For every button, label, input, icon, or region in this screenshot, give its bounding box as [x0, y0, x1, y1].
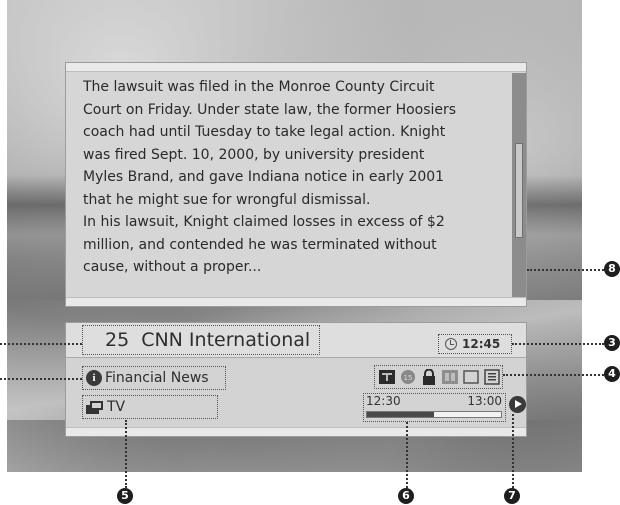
callout-leader-8	[527, 269, 607, 271]
article-line: was fired Sept. 10, 2000, by university …	[83, 146, 425, 163]
program-start-time: 12:30	[366, 394, 401, 408]
scrollbar-thumb[interactable]	[515, 143, 523, 238]
clock-time: 12:45	[462, 337, 501, 351]
service-icons: 15	[374, 365, 503, 389]
article-line: million, and contended he was terminated…	[83, 236, 437, 253]
subtitle-icon	[462, 368, 480, 386]
svg-text:15: 15	[404, 374, 413, 382]
article-line: Court on Friday. Under state law, the fo…	[83, 101, 457, 118]
program-end-time: 13:00	[467, 394, 502, 408]
article-line: In his lawsuit, Knight claimed losses in…	[83, 214, 445, 230]
article-panel: The lawsuit was filed in the Monroe Coun…	[65, 62, 527, 307]
callout-badge-5: 5	[117, 488, 133, 504]
type-label: TV	[107, 399, 126, 415]
channel-label: 25 CNN International	[82, 325, 320, 355]
callout-badge-4: 4	[604, 366, 620, 382]
info-bottom-strip	[66, 427, 526, 436]
tv-icon	[86, 401, 103, 414]
callout-leader-5	[125, 420, 127, 488]
callout-leader-3	[512, 343, 604, 345]
article-line: that he might sue for wrongful dismissal…	[83, 191, 371, 208]
panel-bottom-strip	[66, 297, 526, 306]
channel-number: 25	[105, 329, 130, 351]
info-icon: i	[86, 370, 102, 386]
callout-badge-7: 7	[504, 488, 520, 504]
callout-leader-6	[406, 422, 408, 488]
article-text: The lawsuit was filed in the Monroe Coun…	[83, 76, 508, 279]
progress-fill	[367, 412, 434, 417]
callout-leader-genre	[0, 378, 82, 380]
age-rating-icon: 15	[399, 368, 417, 386]
article-scrollbar[interactable]	[512, 73, 526, 298]
callout-badge-8: 8	[604, 261, 620, 277]
program-genre: i Financial News	[82, 366, 226, 390]
panel-top-strip	[66, 63, 526, 72]
callout-leader-channel	[0, 343, 82, 345]
article-line: The lawsuit was filed in the Monroe Coun…	[83, 79, 435, 95]
channel-info-panel: 25 CNN International 12:45 i Financial Ne…	[65, 322, 527, 437]
play-icon[interactable]	[509, 396, 526, 413]
callout-badge-6: 6	[398, 488, 414, 504]
callout-leader-7	[512, 414, 514, 488]
channel-name: CNN International	[141, 329, 311, 351]
article-line: coach had until Tuesday to take legal ac…	[83, 124, 446, 140]
current-time: 12:45	[438, 334, 512, 354]
callout-badge-3: 3	[604, 335, 620, 351]
progress-track	[366, 411, 502, 418]
lock-icon	[420, 368, 438, 386]
callout-leader-4	[503, 374, 604, 376]
article-line: cause, without a proper...	[83, 259, 262, 275]
teletext-icon	[378, 368, 396, 386]
audio-list-icon	[483, 368, 501, 386]
article-line: Myles Brand, and gave Indiana notice in …	[83, 169, 445, 185]
epg-icon	[441, 368, 459, 386]
program-type: TV	[82, 395, 218, 419]
clock-icon	[445, 338, 457, 350]
genre-label: Financial News	[105, 370, 209, 386]
program-progress: 12:30 13:00	[363, 393, 506, 422]
progress-times: 12:30 13:00	[366, 394, 502, 409]
